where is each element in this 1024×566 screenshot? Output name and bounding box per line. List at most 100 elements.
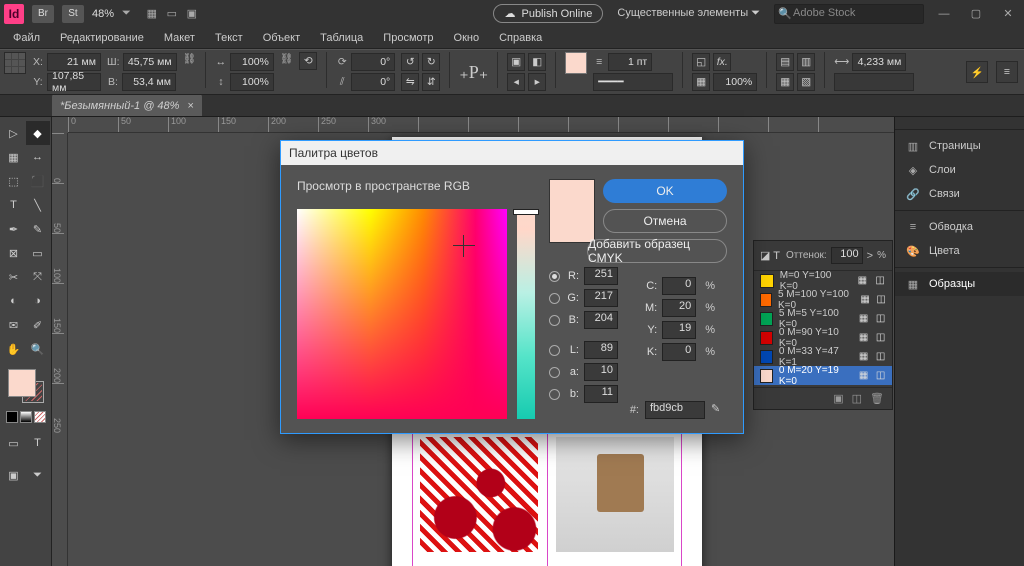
scaley-field[interactable]: 100% bbox=[230, 73, 274, 91]
content-collector-tool[interactable]: ⬚ bbox=[2, 169, 26, 193]
hue-thumb[interactable] bbox=[513, 209, 539, 215]
bridge-button[interactable]: Br bbox=[32, 5, 54, 23]
flip-h-button[interactable]: ⇋ bbox=[401, 73, 419, 91]
tint-field[interactable]: 100 bbox=[831, 247, 863, 264]
rotate-ccw-button[interactable]: ↺ bbox=[401, 53, 419, 71]
y-field[interactable]: 107,85 мм bbox=[47, 73, 101, 91]
hex-field[interactable]: fbd9cb bbox=[645, 401, 705, 419]
horizontal-ruler[interactable]: 050100150200250300 bbox=[68, 117, 894, 133]
panel-links[interactable]: 🔗Связи bbox=[895, 182, 1024, 206]
prev-obj-button[interactable]: ◂ bbox=[507, 73, 525, 91]
swatch-row-selected[interactable]: 0 M=20 Y=19 K=0▦◫ bbox=[754, 366, 892, 385]
screen2-icon[interactable]: ▣ bbox=[185, 7, 199, 21]
fill-stroke-proxy[interactable] bbox=[6, 367, 46, 405]
placed-image-right[interactable] bbox=[556, 437, 674, 552]
shear-field[interactable]: 0° bbox=[351, 73, 395, 91]
panel-stroke[interactable]: ≡Обводка bbox=[895, 215, 1024, 239]
effects-button[interactable]: fx. bbox=[713, 53, 731, 71]
h-field[interactable]: 53,4 мм bbox=[122, 73, 176, 91]
menu-view[interactable]: Просмотр bbox=[374, 29, 442, 47]
zoom-tool[interactable]: 🔍 bbox=[26, 337, 50, 361]
minimize-button[interactable]: — bbox=[932, 3, 956, 25]
rect-frame-tool[interactable]: ⊠ bbox=[2, 241, 26, 265]
textwrap3-button[interactable]: ▦ bbox=[776, 73, 794, 91]
b-field[interactable]: 204 bbox=[584, 311, 618, 329]
gradient-swatch-tool[interactable]: ◐ bbox=[2, 289, 26, 313]
type-tool[interactable]: T bbox=[2, 193, 26, 217]
fill-swatch[interactable] bbox=[565, 52, 587, 74]
scissors-tool[interactable]: ✂ bbox=[2, 265, 26, 289]
k-field[interactable]: 0 bbox=[662, 343, 696, 361]
gap-style[interactable] bbox=[834, 73, 914, 91]
page-tool[interactable]: ▦ bbox=[2, 145, 26, 169]
dialog-title-bar[interactable]: Палитра цветов bbox=[281, 141, 743, 165]
pen-tool[interactable]: ✒ bbox=[2, 217, 26, 241]
close-button[interactable]: ✕ bbox=[996, 3, 1020, 25]
swatch-row[interactable]: 5 M=5 Y=100 K=0▦◫ bbox=[754, 309, 892, 328]
a-field[interactable]: 10 bbox=[584, 363, 618, 381]
swatch-row[interactable]: M=0 Y=100 K=0▦◫ bbox=[754, 271, 892, 290]
add-cmyk-swatch-button[interactable]: Добавить образец CMYK bbox=[587, 239, 727, 263]
bb-field[interactable]: 11 bbox=[584, 385, 618, 403]
preview-view-button[interactable]: T bbox=[26, 431, 50, 455]
workspace-dropdown[interactable]: Существенные элементы ⏷ bbox=[611, 4, 766, 23]
close-tab-icon[interactable]: × bbox=[187, 100, 193, 112]
placed-image-left[interactable] bbox=[420, 437, 538, 552]
document-tab[interactable]: *Безымянный-1 @ 48% × bbox=[52, 94, 202, 116]
stroke-style[interactable]: ━━━━ bbox=[593, 73, 673, 91]
publish-online-button[interactable]: ☁ Publish Online bbox=[493, 4, 603, 23]
r-radio[interactable] bbox=[549, 271, 560, 282]
flip-v-button[interactable]: ⇵ bbox=[422, 73, 440, 91]
bb-radio[interactable] bbox=[549, 389, 560, 400]
screen-mode-button[interactable]: ▣ bbox=[2, 463, 26, 487]
restore-button[interactable]: ▢ bbox=[964, 3, 988, 25]
eyedropper-icon[interactable]: ✎ bbox=[711, 402, 727, 418]
panel-color[interactable]: 🎨Цвета bbox=[895, 239, 1024, 263]
arrange-icon[interactable]: ▦ bbox=[145, 7, 159, 21]
transform-tool[interactable]: ⤧ bbox=[26, 265, 50, 289]
color-field[interactable] bbox=[297, 209, 507, 419]
menu-edit[interactable]: Редактирование bbox=[51, 29, 153, 47]
l-field[interactable]: 89 bbox=[584, 341, 618, 359]
fill-mini-icon[interactable]: ◪ T bbox=[760, 249, 780, 262]
normal-view-button[interactable]: ▭ bbox=[2, 431, 26, 455]
swatch-row[interactable]: 0 M=90 Y=10 K=0▦◫ bbox=[754, 328, 892, 347]
panel-swatches[interactable]: ▦Образцы bbox=[895, 272, 1024, 296]
chevron-down-icon[interactable]: ⏷ bbox=[122, 7, 131, 20]
w-field[interactable]: 45,75 мм bbox=[123, 53, 177, 71]
vertical-ruler[interactable]: 050100150200250 bbox=[52, 133, 68, 566]
select-container-button[interactable]: ▣ bbox=[507, 53, 525, 71]
quick-apply-button[interactable]: ⚡ bbox=[966, 61, 988, 83]
l-radio[interactable] bbox=[549, 345, 560, 356]
reference-point-grid[interactable] bbox=[4, 52, 26, 74]
screen-icon[interactable]: ▭ bbox=[165, 7, 179, 21]
apply-color-buttons[interactable] bbox=[6, 411, 46, 423]
note-tool[interactable]: ✉ bbox=[2, 313, 26, 337]
control-menu-button[interactable]: ≡ bbox=[996, 61, 1018, 83]
textwrap1-button[interactable]: ▤ bbox=[776, 53, 794, 71]
g-radio[interactable] bbox=[549, 293, 560, 304]
cancel-button[interactable]: Отмена bbox=[603, 209, 727, 233]
direct-selection-tool[interactable]: ◆ bbox=[26, 121, 50, 145]
menu-help[interactable]: Справка bbox=[490, 29, 551, 47]
panel-pages[interactable]: ▥Страницы bbox=[895, 134, 1024, 158]
textwrap2-button[interactable]: ▥ bbox=[797, 53, 815, 71]
swatch-row[interactable]: 0 M=33 Y=47 K=1▦◫ bbox=[754, 347, 892, 366]
menu-file[interactable]: Файл bbox=[4, 29, 49, 47]
stock-search-input[interactable]: Adobe Stock bbox=[774, 4, 924, 24]
gradient-feather-tool[interactable]: ◑ bbox=[26, 289, 50, 313]
y-field[interactable]: 19 bbox=[662, 321, 696, 339]
menu-object[interactable]: Объект bbox=[254, 29, 309, 47]
rect-tool[interactable]: ▭ bbox=[26, 241, 50, 265]
hue-slider[interactable] bbox=[517, 209, 535, 419]
clear-transform-button[interactable]: ⟲ bbox=[299, 52, 317, 70]
content-placer-tool[interactable]: ⬛ bbox=[26, 169, 50, 193]
selection-tool[interactable]: ▷ bbox=[2, 121, 26, 145]
rotate-cw-button[interactable]: ↻ bbox=[422, 53, 440, 71]
eyedropper-tool[interactable]: ✐ bbox=[26, 313, 50, 337]
menu-layout[interactable]: Макет bbox=[155, 29, 204, 47]
x-field[interactable]: 21 мм bbox=[47, 53, 101, 71]
corner-button[interactable]: ◱ bbox=[692, 53, 710, 71]
c-field[interactable]: 0 bbox=[662, 277, 696, 295]
zoom-level[interactable]: 48% bbox=[92, 8, 114, 20]
